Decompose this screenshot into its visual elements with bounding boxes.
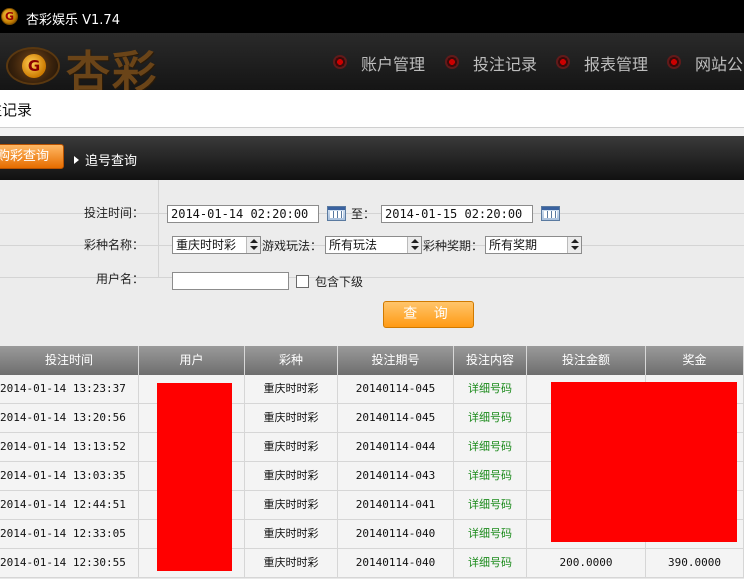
nav-bullet-icon [667,55,681,69]
page-title: 注记录 [0,101,33,119]
query-button[interactable]: 查 询 [383,301,474,328]
detail-link[interactable]: 详细号码 [468,498,512,511]
cell-time: 2014-01-14 13:13:52 [0,433,139,462]
tab-bar: 购彩查询 追号查询 [0,128,744,180]
cell-content: 详细号码 [454,375,527,404]
cell-time: 2014-01-14 13:23:37 [0,375,139,404]
nav-item-label: 网站公 [695,55,744,74]
brand-logo-letter: G [22,54,46,78]
cell-time: 2014-01-14 13:03:35 [0,462,139,491]
title-bar: G 杏彩娱乐 V1.74 [0,0,744,33]
form-divider [158,214,159,245]
cell-content: 详细号码 [454,433,527,462]
cell-lottery: 重庆时时彩 [245,520,338,549]
cell-content: 详细号码 [454,462,527,491]
cell-issue: 20140114-041 [338,491,454,520]
cell-issue: 20140114-045 [338,375,454,404]
caret-right-icon [74,156,79,164]
cell-issue: 20140114-040 [338,520,454,549]
column-header: 彩种 [245,346,338,375]
detail-link[interactable]: 详细号码 [468,527,512,540]
search-form: 投注时间： 2014-01-14 02:20:00 至： 2014-01-15 … [0,180,744,346]
nav-item-label: 报表管理 [584,55,649,74]
detail-link[interactable]: 详细号码 [468,440,512,453]
cell-lottery: 重庆时时彩 [245,404,338,433]
redaction-block-user [157,383,232,571]
user-label: 用户名： [95,272,144,286]
cell-content: 详细号码 [454,549,527,578]
brand-logo-icon: G [6,47,60,85]
tab-chase-query-label: 追号查询 [85,154,138,169]
cell-content: 详细号码 [454,491,527,520]
detail-link[interactable]: 详细号码 [468,469,512,482]
form-row-time: 投注时间： 2014-01-14 02:20:00 至： 2014-01-15 … [0,180,744,223]
cell-issue: 20140114-043 [338,462,454,491]
app-header: G 杏彩 账户管理 投注记录 报表管理 网站公 [0,33,744,98]
table-row: 2014-01-14 12:30:55 重庆时时彩 20140114-040 详… [0,549,744,578]
cell-time: 2014-01-14 13:20:56 [0,404,139,433]
cell-content: 详细号码 [454,520,527,549]
nav-bullet-icon [556,55,570,69]
username-input[interactable] [172,272,289,290]
cell-lottery: 重庆时时彩 [245,491,338,520]
cell-prize: 390.0000 [646,549,744,578]
cell-lottery: 重庆时时彩 [245,433,338,462]
form-divider [158,180,159,213]
nav-item-label: 账户管理 [361,55,426,74]
include-sub-label: 包含下级 [315,275,364,289]
cell-issue: 20140114-040 [338,549,454,578]
nav-bullet-icon [445,55,459,69]
app-logo-letter: G [5,10,15,23]
form-row-user: 用户名： 包含下级 [0,246,744,290]
cell-time: 2014-01-14 12:30:55 [0,549,139,578]
tab-chase-query[interactable]: 追号查询 [74,150,137,169]
table-header: 投注时间 用户 彩种 投注期号 投注内容 投注金额 奖金 [0,346,744,375]
tab-lottery-query[interactable]: 购彩查询 [0,144,64,169]
nav-bullet-icon [333,55,347,69]
detail-link[interactable]: 详细号码 [468,382,512,395]
form-divider [158,246,159,277]
column-header: 投注内容 [454,346,527,375]
window-title: 杏彩娱乐 V1.74 [26,13,120,28]
column-header: 投注金额 [527,346,646,375]
cell-lottery: 重庆时时彩 [245,375,338,404]
detail-link[interactable]: 详细号码 [468,411,512,424]
column-header: 用户 [139,346,245,375]
cell-amount: 200.0000 [527,549,646,578]
column-header: 奖金 [646,346,744,375]
cell-time: 2014-01-14 12:44:51 [0,491,139,520]
column-header: 投注期号 [338,346,454,375]
cell-time: 2014-01-14 12:33:05 [0,520,139,549]
form-row-lottery: 彩种名称： 重庆时时彩 游戏玩法： 所有玩法 彩种奖期： 所有奖期 [0,214,744,254]
cell-issue: 20140114-045 [338,404,454,433]
nav-item-label: 投注记录 [473,55,538,74]
cell-issue: 20140114-044 [338,433,454,462]
cell-lottery: 重庆时时彩 [245,549,338,578]
detail-link[interactable]: 详细号码 [468,556,512,569]
cell-content: 详细号码 [454,404,527,433]
page-title-bar: 注记录 [0,90,744,128]
app-logo-icon: G [1,8,18,25]
cell-lottery: 重庆时时彩 [245,462,338,491]
column-header: 投注时间 [0,346,139,375]
include-sub-checkbox[interactable] [296,275,309,288]
redaction-block-amount [551,382,737,542]
